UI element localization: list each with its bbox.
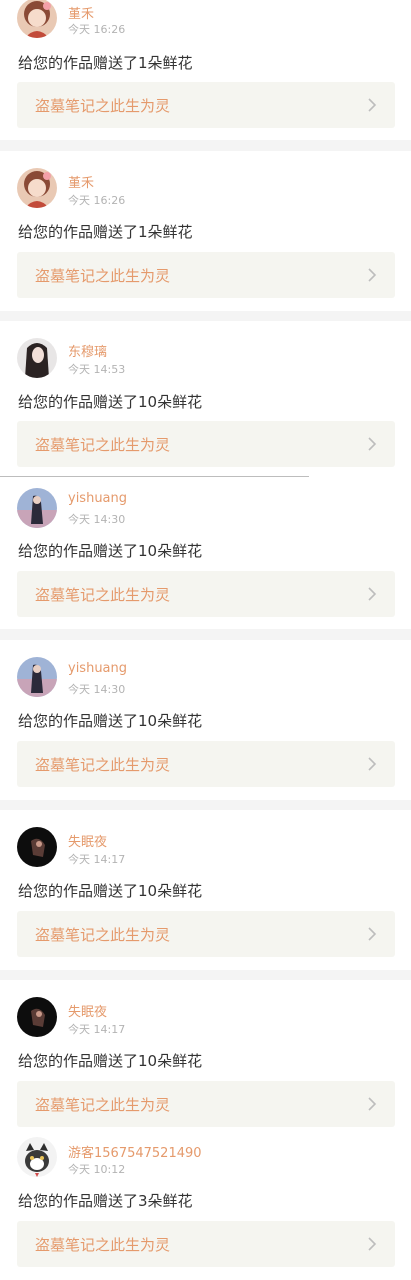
gift-message: 给您的作品赠送了10朵鲜花	[18, 1052, 203, 1070]
gift-message: 给您的作品赠送了1朵鲜花	[18, 223, 193, 241]
chevron-right-icon	[368, 437, 377, 451]
gift-message: 给您的作品赠送了1朵鲜花	[18, 54, 193, 72]
chevron-right-icon	[368, 1097, 377, 1111]
username[interactable]: yishuang	[68, 661, 127, 676]
username[interactable]: 堇禾	[68, 172, 94, 191]
work-link[interactable]: 盗墓笔记之此生为灵	[17, 571, 395, 617]
chevron-right-icon	[368, 927, 377, 941]
gift-message: 给您的作品赠送了10朵鲜花	[18, 542, 203, 560]
gift-notification: 东穆璃 今天 14:53 给您的作品赠送了10朵鲜花 盗墓笔记之此生为灵	[0, 321, 411, 477]
work-title: 盗墓笔记之此生为灵	[35, 1236, 171, 1254]
portrait-avatar-icon[interactable]	[17, 338, 57, 378]
work-title: 盗墓笔记之此生为灵	[35, 756, 171, 774]
work-title: 盗墓笔记之此生为灵	[35, 97, 171, 115]
gift-notification: 游客1567547521490 今天 10:12 给您的作品赠送了3朵鲜花 盗墓…	[0, 1127, 411, 1280]
username[interactable]: yishuang	[68, 491, 127, 506]
work-title: 盗墓笔记之此生为灵	[35, 267, 171, 285]
seaside-avatar-icon[interactable]	[17, 488, 57, 528]
username[interactable]: 堇禾	[68, 3, 94, 22]
gift-message: 给您的作品赠送了10朵鲜花	[18, 712, 203, 730]
dark-figure-avatar-icon[interactable]	[17, 827, 57, 867]
chevron-right-icon	[368, 757, 377, 771]
gift-message: 给您的作品赠送了3朵鲜花	[18, 1192, 193, 1210]
gift-notification: yishuang 今天 14:30 给您的作品赠送了10朵鲜花 盗墓笔记之此生为…	[0, 477, 411, 629]
gift-notification: yishuang 今天 14:30 给您的作品赠送了10朵鲜花 盗墓笔记之此生为…	[0, 640, 411, 800]
cat-avatar-icon[interactable]	[17, 1137, 57, 1177]
timestamp: 今天 14:30	[68, 513, 126, 526]
timestamp: 今天 16:26	[68, 194, 126, 207]
work-title: 盗墓笔记之此生为灵	[35, 436, 171, 454]
gift-notification: 失眠夜 今天 14:17 给您的作品赠送了10朵鲜花 盗墓笔记之此生为灵	[0, 980, 411, 1127]
gift-message: 给您的作品赠送了10朵鲜花	[18, 393, 203, 411]
anime-girl-avatar-icon[interactable]	[17, 0, 57, 38]
timestamp: 今天 16:26	[68, 23, 126, 36]
username[interactable]: 失眠夜	[68, 1001, 107, 1020]
dark-figure-avatar-icon[interactable]	[17, 997, 57, 1037]
username[interactable]: 东穆璃	[68, 341, 107, 360]
work-link[interactable]: 盗墓笔记之此生为灵	[17, 252, 395, 298]
username[interactable]: 失眠夜	[68, 831, 107, 850]
timestamp: 今天 14:30	[68, 683, 126, 696]
work-title: 盗墓笔记之此生为灵	[35, 926, 171, 944]
work-link[interactable]: 盗墓笔记之此生为灵	[17, 911, 395, 957]
work-link[interactable]: 盗墓笔记之此生为灵	[17, 1221, 395, 1267]
anime-girl-avatar-icon[interactable]	[17, 168, 57, 208]
timestamp: 今天 10:12	[68, 1163, 126, 1176]
username[interactable]: 游客1567547521490	[68, 1142, 202, 1161]
gift-notification: 堇禾 今天 16:26 给您的作品赠送了1朵鲜花 盗墓笔记之此生为灵	[0, 151, 411, 311]
chevron-right-icon	[368, 98, 377, 112]
timestamp: 今天 14:17	[68, 853, 126, 866]
work-title: 盗墓笔记之此生为灵	[35, 1096, 171, 1114]
chevron-right-icon	[368, 587, 377, 601]
gift-notification: 失眠夜 今天 14:17 给您的作品赠送了10朵鲜花 盗墓笔记之此生为灵	[0, 810, 411, 970]
chevron-right-icon	[368, 268, 377, 282]
chevron-right-icon	[368, 1237, 377, 1251]
timestamp: 今天 14:53	[68, 363, 126, 376]
work-link[interactable]: 盗墓笔记之此生为灵	[17, 421, 395, 467]
work-link[interactable]: 盗墓笔记之此生为灵	[17, 82, 395, 128]
work-link[interactable]: 盗墓笔记之此生为灵	[17, 1081, 395, 1127]
seaside-avatar-icon[interactable]	[17, 657, 57, 697]
timestamp: 今天 14:17	[68, 1023, 126, 1036]
work-link[interactable]: 盗墓笔记之此生为灵	[17, 741, 395, 787]
gift-message: 给您的作品赠送了10朵鲜花	[18, 882, 203, 900]
gift-notification: 堇禾 今天 16:26 给您的作品赠送了1朵鲜花 盗墓笔记之此生为灵	[0, 0, 411, 140]
work-title: 盗墓笔记之此生为灵	[35, 586, 171, 604]
